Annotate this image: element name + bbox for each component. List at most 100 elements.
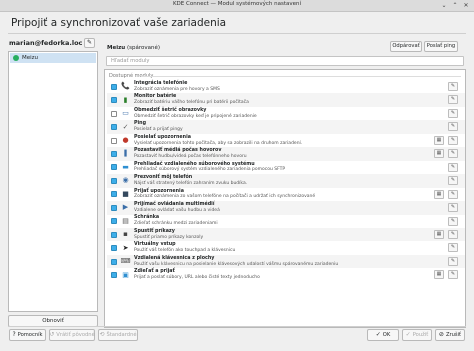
- plugin-about-button[interactable]: ▦: [434, 149, 444, 159]
- plugin-configure-button[interactable]: ✎: [448, 95, 458, 105]
- plugin-configure-button[interactable]: ✎: [448, 203, 458, 213]
- plugin-configure-button[interactable]: ✎: [448, 229, 458, 239]
- plugin-configure-button[interactable]: ✎: [448, 122, 458, 132]
- plugin-enable-checkbox[interactable]: [111, 137, 117, 144]
- plugin-enable-checkbox[interactable]: [111, 191, 117, 198]
- plugin-description: Použiť vašu klávesnicu na posielanie klá…: [134, 261, 339, 267]
- plugin-enable-checkbox[interactable]: [111, 218, 117, 225]
- plugin-description: Vzdialene ovládať vašu hudbu a videá: [134, 207, 220, 213]
- send-ping-button[interactable]: Poslať ping: [424, 41, 458, 52]
- notification-icon: ●: [122, 136, 129, 145]
- device-item-label: Meizu: [22, 55, 39, 61]
- keyboard-icon: ⌨: [120, 257, 131, 266]
- plugin-enable-checkbox[interactable]: [111, 110, 117, 117]
- cancel-icon: ⊘: [438, 331, 444, 338]
- this-device-name: marian@fedorka.local: [9, 39, 82, 47]
- plugin-enable-checkbox[interactable]: [111, 272, 117, 279]
- plugin-row[interactable]: ■ Prijať upozornenia Zobraziť oznámenia zo…: [107, 188, 465, 201]
- plugin-row[interactable]: 📞 Integrácia telefónie Zobraziť oznámenia …: [107, 80, 465, 93]
- plugin-about-button[interactable]: ▦: [434, 229, 444, 239]
- device-connected-icon: [13, 55, 19, 61]
- apply-button[interactable]: ✓ Použiť: [402, 329, 432, 341]
- footer-divider: [8, 326, 466, 327]
- plugin-row[interactable]: ➤ Virtuálny vstup Použiť váš telefón ako t…: [107, 241, 465, 254]
- plugin-enable-checkbox[interactable]: [111, 83, 117, 90]
- apply-icon: ✓: [405, 331, 411, 338]
- plugin-configure-button[interactable]: ✎: [448, 189, 458, 199]
- plugin-configure-button[interactable]: ✎: [448, 82, 458, 91]
- cancel-button[interactable]: ⊘ Zrušiť: [435, 329, 465, 341]
- device-panel: marian@fedorka.local ✎ Meizu Obnoviť: [8, 37, 98, 328]
- plugin-row[interactable]: ⌨ Vzdialená klávesnica z plochy Použiť vaš…: [107, 254, 465, 269]
- plugin-description: Spustiť priamo príkazy konzoly: [134, 234, 204, 240]
- plugin-enable-checkbox[interactable]: [111, 231, 117, 238]
- plugin-configure-button[interactable]: ✎: [448, 243, 458, 253]
- plugin-row[interactable]: ▭ Obmedziť šetrič obrazovky Obmedziť šetri…: [107, 107, 465, 120]
- plugin-enable-checkbox[interactable]: [111, 258, 117, 265]
- plugin-configure-button[interactable]: ✎: [448, 216, 458, 226]
- defaults-button[interactable]: ⟲ Štandardné: [98, 329, 138, 341]
- header-divider: [8, 33, 466, 34]
- plugin-row[interactable]: ✓ Ping Posielať a prijať pingy ✎: [107, 120, 465, 134]
- plugin-row[interactable]: ▬ Prehliadač vzdialeného súborového systé…: [107, 161, 465, 174]
- help-button[interactable]: ? Pomocník: [9, 329, 46, 341]
- folder-icon: ▬: [122, 162, 129, 171]
- plugin-configure-button[interactable]: ✎: [448, 256, 458, 266]
- plugin-description: Použiť váš telefón ako touchpad a kláves…: [134, 248, 236, 254]
- close-icon[interactable]: ✕: [462, 2, 470, 10]
- selected-device-name: Meizu: [107, 45, 126, 51]
- plugin-enable-checkbox[interactable]: [111, 150, 117, 157]
- ok-button[interactable]: ✓ OK: [367, 329, 399, 341]
- help-icon: ?: [12, 331, 16, 338]
- plugin-configure-button[interactable]: ✎: [448, 176, 458, 186]
- device-list[interactable]: Meizu: [8, 51, 98, 312]
- reset-label: Vrátiť pôvodné: [56, 332, 95, 338]
- selected-device-title: Meizu (spárované): [107, 45, 160, 51]
- plugin-description: Nájsť váš stratený telefón zahraním zvuk…: [134, 180, 248, 186]
- plugin-enable-checkbox[interactable]: [111, 177, 117, 184]
- plugin-enable-checkbox[interactable]: [111, 97, 117, 104]
- reset-icon: ↺: [49, 331, 55, 338]
- cursor-icon: ➤: [122, 243, 129, 252]
- plugin-enable-checkbox[interactable]: [111, 164, 117, 171]
- plugin-configure-button[interactable]: ✎: [448, 108, 458, 118]
- plugin-enable-checkbox[interactable]: [111, 245, 117, 252]
- plugin-row[interactable]: ▤ Schránka Zdieľať schránku medzi zariaden…: [107, 215, 465, 228]
- plugin-row[interactable]: ▣ Zdieľať a prijať Prijať a poslať súbory,…: [107, 268, 465, 281]
- plugin-list[interactable]: Dostupné moduly 📞 Integrácia telefónie Zob…: [104, 69, 466, 328]
- plugin-enable-checkbox[interactable]: [111, 124, 117, 131]
- plugin-description: Vysielať upozornenia tohto počítača, aby…: [134, 140, 303, 146]
- plugin-about-button[interactable]: ▦: [434, 135, 444, 145]
- plugin-description: Zobraziť batériu vášho telefónu pri baté…: [134, 100, 249, 106]
- plugin-configure-button[interactable]: ✎: [448, 149, 458, 159]
- minimize-icon[interactable]: ⌄: [440, 2, 448, 10]
- plugin-about-button[interactable]: ▦: [434, 189, 444, 199]
- plugin-row[interactable]: ▪ Spustiť príkazy Spustiť priamo príkazy k…: [107, 227, 465, 242]
- plugin-search-input[interactable]: Hľadať moduly: [106, 56, 464, 66]
- ok-icon: ✓: [375, 331, 381, 338]
- plugin-configure-button[interactable]: ✎: [448, 162, 458, 172]
- plugin-row[interactable]: ● Posielať upozornenia Vysielať upozorneni…: [107, 134, 465, 147]
- unpair-button[interactable]: Odpárovať: [390, 41, 422, 52]
- ok-label: OK: [382, 332, 391, 338]
- apply-label: Použiť: [412, 332, 429, 338]
- plugin-enable-checkbox[interactable]: [111, 204, 117, 211]
- reset-button[interactable]: ↺ Vrátiť pôvodné: [49, 329, 95, 341]
- device-item-meizu[interactable]: Meizu: [10, 53, 96, 63]
- plugin-description: Pozastaviť hudbu/videá počas telefónneho…: [134, 153, 247, 159]
- maximize-icon[interactable]: ⌃: [451, 2, 459, 10]
- plugin-configure-button[interactable]: ✎: [448, 135, 458, 145]
- group-divider: [141, 76, 461, 77]
- plugin-configure-button[interactable]: ✎: [448, 270, 458, 280]
- play-icon: ▶: [122, 203, 129, 212]
- plugin-description: Prehliadač súborový systém vzdialeného z…: [134, 167, 286, 173]
- terminal-icon: ▪: [123, 230, 128, 239]
- plugin-row[interactable]: ▮ Monitor batérie Zobraziť batériu vášho t…: [107, 93, 465, 107]
- plugin-row[interactable]: ◉ Prezvoniť môj telefón Nájsť váš stratený…: [107, 174, 465, 188]
- plugin-about-button[interactable]: ▦: [434, 270, 444, 280]
- plugin-row[interactable]: ❚ Pozastaviť médiá počas hovorov Pozastavi…: [107, 147, 465, 161]
- check-icon: ✓: [122, 122, 129, 131]
- plugin-row[interactable]: ▶ Prijímač ovládania multimédií Vzdialene …: [107, 201, 465, 215]
- bell-icon: ■: [122, 189, 129, 198]
- rename-button[interactable]: ✎: [84, 38, 95, 48]
